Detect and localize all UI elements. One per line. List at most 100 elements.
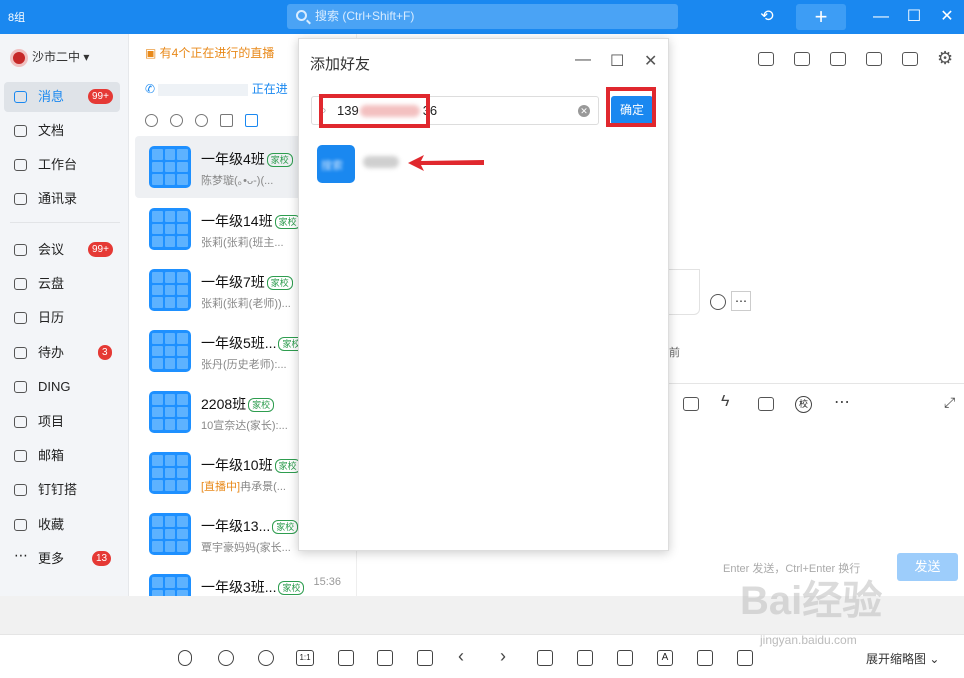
zoom-out-icon[interactable] (258, 650, 274, 666)
live-icon[interactable] (758, 397, 774, 411)
ding-icon[interactable]: ϟ (721, 393, 729, 411)
lightning-icon (14, 381, 27, 393)
sidebar-item-label: 收藏 (38, 517, 65, 532)
search-doc-icon[interactable] (902, 52, 918, 66)
minimize-icon[interactable]: — (872, 0, 890, 34)
send-button[interactable]: 发送 (897, 553, 958, 581)
expand-thumbnails-button[interactable]: 展开缩略图 ⌄ (866, 650, 939, 667)
at-icon[interactable] (145, 114, 158, 127)
conversation-preview: 覃宇豪妈妈(家长... (201, 542, 291, 554)
clock-icon[interactable] (195, 114, 208, 127)
sidebar-item-label: 更多 (38, 551, 65, 566)
sidebar-item-ding[interactable]: DING (4, 372, 120, 402)
settings-icon[interactable]: ⚙ (937, 48, 953, 69)
sidebar-item-project[interactable]: 项目 (4, 407, 120, 437)
contacts-icon (14, 193, 27, 205)
more-actions-icon[interactable]: ⋯ (731, 291, 751, 311)
task-icon[interactable] (683, 397, 699, 411)
home-school-tag: 家校 (274, 215, 301, 230)
print-icon[interactable] (417, 650, 433, 666)
sidebar-item-dingda[interactable]: 钉钉搭 (4, 475, 120, 505)
message-card (669, 269, 700, 315)
sidebar-item-contacts[interactable]: 通讯录 (4, 184, 120, 214)
add-friend-dialog: 添加好友 — ☐ ✕ ⌕ 139 36 ✕ 确定 搜索 (298, 38, 669, 551)
more-tools-icon[interactable]: ⋯ (834, 392, 850, 412)
expand-icon[interactable]: ⤢ (944, 394, 955, 411)
sidebar-item-label: 会议 (38, 242, 65, 257)
message-icon (14, 91, 27, 103)
zoom-in-icon[interactable] (218, 650, 234, 666)
search-result-avatar[interactable]: 搜索 (317, 145, 355, 183)
sidebar-item-messages[interactable]: 消息 99+ (4, 82, 120, 112)
open-folder-icon[interactable] (338, 650, 354, 666)
slideshow-icon[interactable] (377, 650, 393, 666)
maximize-icon[interactable]: ☐ (905, 0, 923, 34)
sidebar-item-label: 项目 (38, 414, 65, 429)
sidebar-item-favorites[interactable]: 收藏 (4, 510, 120, 540)
dialog-maximize-icon[interactable]: ☐ (610, 51, 624, 71)
file-filter-icon[interactable] (245, 114, 258, 127)
clear-input-icon[interactable]: ✕ (578, 105, 590, 117)
conversation-time: 15:36 (313, 576, 341, 588)
actual-size-icon[interactable]: 1:1 (296, 650, 314, 666)
watermark-logo: Bai经验 (740, 579, 883, 623)
edit-icon[interactable] (697, 650, 713, 666)
conversation-preview: 10宣奈达(家长):... (201, 420, 288, 432)
live-banner[interactable]: ▣ 有4个正在进行的直播 (145, 44, 274, 61)
grid-view-icon[interactable] (737, 650, 753, 666)
meeting-badge: 99+ (88, 242, 113, 257)
conversation-name: 一年级4班 家校 (201, 149, 293, 169)
calendar-icon (14, 312, 27, 324)
mouse-icon[interactable] (178, 650, 192, 666)
partial-text: 前 (669, 347, 680, 359)
group-avatar (149, 330, 191, 372)
title-bar: 8组 搜索 (Ctrl+Shift+F) ⟲ + — ☐ ✕ (0, 0, 964, 34)
home-school-tag: 家校 (272, 520, 299, 535)
grid-icon (14, 159, 27, 171)
delete-icon[interactable] (617, 650, 633, 666)
add-button[interactable]: + (796, 4, 846, 30)
star-icon[interactable] (170, 114, 183, 127)
conversation-preview: [直播中]冉承景(... (201, 481, 286, 493)
sidebar-item-todo[interactable]: 待办 3 (4, 338, 120, 368)
divider (669, 383, 964, 384)
history-icon[interactable]: ⟲ (756, 0, 778, 34)
video-icon[interactable] (758, 52, 774, 66)
rotate-right-icon[interactable] (577, 650, 593, 666)
conversation-preview: 张莉(张莉(班主... (201, 237, 284, 249)
sidebar-item-label: 邮箱 (38, 448, 65, 463)
org-switcher[interactable]: 沙市二中 ▾ (10, 48, 89, 67)
doc-filter-icon[interactable] (220, 114, 233, 127)
annotation-arrow (408, 155, 484, 171)
ocr-icon[interactable]: A (657, 650, 673, 666)
close-icon[interactable]: ✕ (938, 0, 956, 34)
sidebar-item-cloud[interactable]: 云盘 (4, 269, 120, 299)
divider (10, 222, 120, 223)
sidebar-item-workbench[interactable]: 工作台 (4, 150, 120, 180)
sidebar-item-docs[interactable]: 文档 (4, 116, 120, 146)
sidebar-item-more[interactable]: ⋯ 更多 13 (4, 544, 120, 574)
search-result-name[interactable] (363, 156, 399, 168)
rotate-left-icon[interactable] (537, 650, 553, 666)
sidebar-item-label: 云盘 (38, 276, 65, 291)
group-avatar (149, 146, 191, 188)
group-avatar (149, 452, 191, 494)
sidebar-item-calendar[interactable]: 日历 (4, 303, 120, 333)
sidebar-item-mail[interactable]: 邮箱 (4, 441, 120, 471)
school-icon[interactable]: 校 (795, 396, 812, 413)
next-icon[interactable]: › (500, 646, 506, 667)
speaker-icon[interactable] (830, 52, 846, 66)
filter-bar (145, 114, 270, 132)
reply-icon[interactable] (710, 294, 726, 310)
call-banner[interactable]: ✆ 正在进 (145, 80, 288, 97)
global-search-input[interactable]: 搜索 (Ctrl+Shift+F) (287, 4, 678, 29)
group-avatar (149, 513, 191, 555)
folder-icon[interactable] (866, 52, 882, 66)
sidebar-item-meeting[interactable]: 会议 99+ (4, 235, 120, 265)
prev-icon[interactable]: ‹ (458, 646, 464, 667)
dialog-close-icon[interactable]: ✕ (644, 51, 657, 71)
check-icon[interactable] (794, 52, 810, 66)
dialog-minimize-icon[interactable]: — (575, 51, 591, 69)
search-icon (296, 10, 307, 21)
list-item[interactable]: 一年级3班... 家校 15:36 (135, 564, 357, 596)
